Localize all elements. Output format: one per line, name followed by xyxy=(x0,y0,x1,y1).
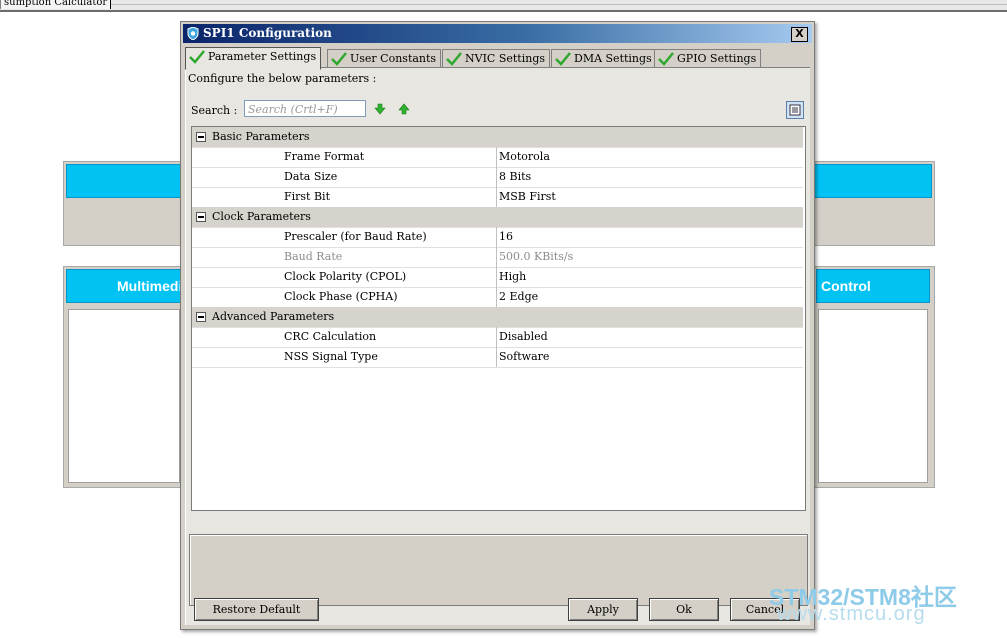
parameter-name: Prescaler (for Baud Rate) xyxy=(284,230,427,243)
column-separator xyxy=(496,227,497,247)
collapse-icon[interactable] xyxy=(196,312,206,322)
list-view-toggle[interactable] xyxy=(786,101,804,119)
parameter-name: CRC Calculation xyxy=(284,330,377,343)
parameter-value[interactable]: High xyxy=(499,270,526,283)
control-panel-body xyxy=(818,309,928,483)
parameter-value[interactable]: Software xyxy=(499,350,549,363)
arrow-up-icon[interactable] xyxy=(398,103,410,115)
group-advanced-parameters[interactable]: Advanced Parameters xyxy=(192,307,803,328)
parameter-row-nss-signal-type[interactable]: NSS Signal Type Software xyxy=(192,347,803,368)
parameter-row-baud-rate: Baud Rate 500.0 KBits/s xyxy=(192,247,803,268)
parameter-settings-panel: Configure the below parameters : Search … xyxy=(185,68,810,625)
parameter-row-crc-calculation[interactable]: CRC Calculation Disabled xyxy=(192,327,803,348)
ok-button[interactable]: Ok xyxy=(649,598,719,621)
parameter-grid: Basic Parameters Frame Format Motorola D… xyxy=(191,126,806,511)
multimedia-panel-title: Multimedi xyxy=(117,278,183,294)
checkmark-icon xyxy=(555,52,571,66)
arrow-down-icon[interactable] xyxy=(374,103,386,115)
tab-parameter-settings[interactable]: Parameter Settings xyxy=(185,47,322,70)
search-input[interactable]: Search (Crtl+F) xyxy=(244,100,366,117)
tab-user-constants[interactable]: User Constants xyxy=(327,49,442,68)
configure-instructions: Configure the below parameters : xyxy=(188,72,377,85)
parameter-row-frame-format[interactable]: Frame Format Motorola xyxy=(192,147,803,168)
apply-button[interactable]: Apply xyxy=(568,598,638,621)
parameter-row-first-bit[interactable]: First Bit MSB First xyxy=(192,187,803,208)
column-separator xyxy=(496,347,497,367)
column-separator xyxy=(496,267,497,287)
close-button[interactable]: X xyxy=(791,27,808,42)
shield-icon xyxy=(187,27,199,40)
parameter-name: First Bit xyxy=(284,190,330,203)
restore-default-button[interactable]: Restore Default xyxy=(194,598,319,621)
parameter-value[interactable]: Disabled xyxy=(499,330,548,343)
top-toolbar-strip: sumption Calculator xyxy=(0,0,1007,12)
column-separator xyxy=(496,167,497,187)
parameter-row-prescaler[interactable]: Prescaler (for Baud Rate) 16 xyxy=(192,227,803,248)
parameter-value[interactable]: 16 xyxy=(499,230,513,243)
tab-label: DMA Settings xyxy=(574,52,652,65)
parameter-value[interactable]: 2 Edge xyxy=(499,290,538,303)
tab-label: User Constants xyxy=(350,52,437,65)
tab-label: GPIO Settings xyxy=(677,52,757,65)
power-calculator-tab[interactable]: sumption Calculator xyxy=(0,0,112,9)
tab-gpio-settings[interactable]: GPIO Settings xyxy=(654,49,762,68)
column-separator xyxy=(496,327,497,347)
tab-label: Parameter Settings xyxy=(208,50,317,63)
checkmark-icon xyxy=(331,52,347,66)
parameter-name: NSS Signal Type xyxy=(284,350,378,363)
parameter-name: Data Size xyxy=(284,170,338,183)
parameter-row-clock-polarity[interactable]: Clock Polarity (CPOL) High xyxy=(192,267,803,288)
parameter-value[interactable]: 8 Bits xyxy=(499,170,531,183)
list-icon xyxy=(789,104,801,116)
group-name: Basic Parameters xyxy=(212,130,310,143)
checkmark-icon xyxy=(658,52,674,66)
checkmark-icon xyxy=(189,50,205,64)
group-name: Clock Parameters xyxy=(212,210,311,223)
toolbar-divider xyxy=(0,4,1007,5)
parameter-name: Clock Polarity (CPOL) xyxy=(284,270,407,283)
dialog-title: SPI1 Configuration xyxy=(203,26,332,40)
tab-dma-settings[interactable]: DMA Settings xyxy=(551,49,657,68)
control-panel-header[interactable]: Control xyxy=(816,269,930,303)
parameter-name: Clock Phase (CPHA) xyxy=(284,290,398,303)
group-name: Advanced Parameters xyxy=(212,310,335,323)
checkmark-icon xyxy=(446,52,462,66)
parameter-value[interactable]: Motorola xyxy=(499,150,550,163)
control-panel-title: Control xyxy=(821,278,871,294)
dialog-titlebar[interactable]: SPI1 Configuration X xyxy=(183,24,812,43)
spi1-configuration-dialog: SPI1 Configuration X Parameter Settings … xyxy=(180,21,815,630)
tab-nvic-settings[interactable]: NVIC Settings xyxy=(442,49,551,68)
column-separator xyxy=(496,187,497,207)
parameter-value: 500.0 KBits/s xyxy=(499,250,574,263)
dialog-tab-strip: Parameter Settings User Constants NVIC S… xyxy=(185,47,810,70)
parameter-row-data-size[interactable]: Data Size 8 Bits xyxy=(192,167,803,188)
parameter-description-box xyxy=(189,534,808,606)
collapse-icon[interactable] xyxy=(196,212,206,222)
column-separator xyxy=(496,147,497,167)
parameter-name: Baud Rate xyxy=(284,250,343,263)
parameter-value[interactable]: MSB First xyxy=(499,190,556,203)
collapse-icon[interactable] xyxy=(196,132,206,142)
multimedia-panel-body xyxy=(68,309,180,483)
group-basic-parameters[interactable]: Basic Parameters xyxy=(192,127,803,148)
column-separator xyxy=(496,247,497,267)
tab-label: NVIC Settings xyxy=(465,52,546,65)
parameter-row-clock-phase[interactable]: Clock Phase (CPHA) 2 Edge xyxy=(192,287,803,308)
multimedia-panel-header[interactable]: Multimedi xyxy=(66,269,186,303)
group-clock-parameters[interactable]: Clock Parameters xyxy=(192,207,803,228)
watermark-line-2: www.stmcu.org xyxy=(777,603,926,625)
parameter-name: Frame Format xyxy=(284,150,365,163)
column-separator xyxy=(496,287,497,307)
site-watermark: STM32/STM8社区 www.stmcu.org xyxy=(769,578,1005,632)
search-label: Search : xyxy=(191,104,238,117)
